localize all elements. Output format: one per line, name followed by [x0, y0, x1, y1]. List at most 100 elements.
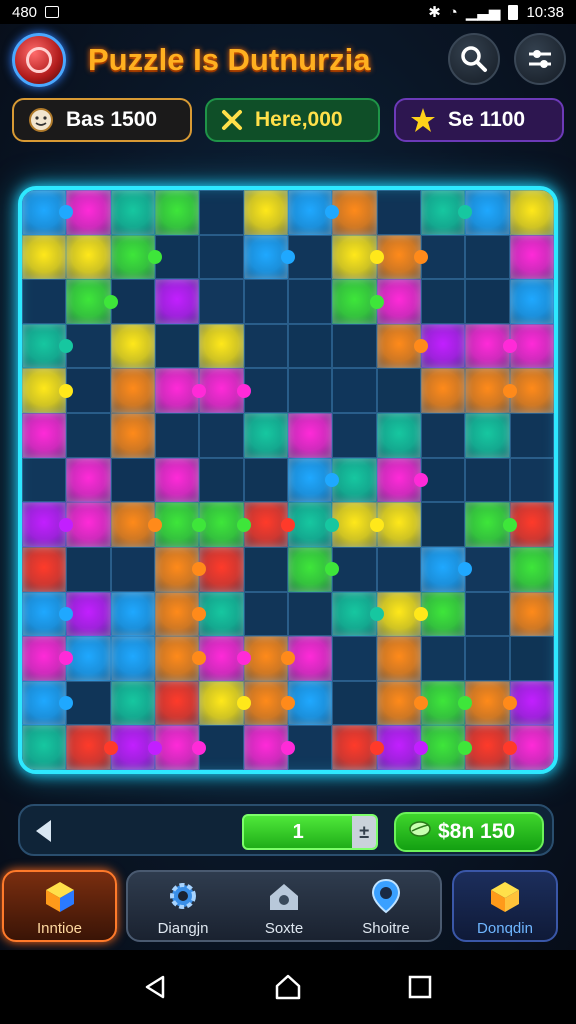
puzzle-piece[interactable] [287, 190, 340, 235]
puzzle-piece[interactable] [287, 413, 333, 458]
puzzle-piece[interactable] [199, 234, 244, 280]
puzzle-piece[interactable] [110, 546, 155, 592]
puzzle-piece[interactable] [243, 234, 295, 280]
puzzle-piece[interactable] [154, 368, 207, 414]
puzzle-piece[interactable] [154, 636, 207, 681]
puzzle-piece[interactable] [199, 190, 244, 235]
puzzle-piece[interactable] [376, 680, 428, 726]
puzzle-piece[interactable] [22, 279, 67, 324]
puzzle-piece[interactable] [22, 190, 74, 235]
cash-button[interactable]: $8n 150 [394, 812, 544, 852]
puzzle-piece[interactable] [243, 190, 288, 235]
puzzle-piece[interactable] [509, 413, 554, 458]
puzzle-piece[interactable] [22, 368, 74, 414]
puzzle-piece[interactable] [199, 279, 244, 324]
puzzle-piece[interactable] [332, 636, 377, 681]
puzzle-piece[interactable] [243, 413, 288, 458]
puzzle-piece[interactable] [465, 368, 517, 414]
puzzle-piece[interactable] [66, 234, 111, 280]
puzzle-piece[interactable] [420, 546, 473, 592]
puzzle-piece[interactable] [199, 457, 244, 503]
nav-item-house[interactable]: Soxte [232, 870, 336, 942]
puzzle-piece[interactable] [376, 190, 421, 235]
puzzle-piece[interactable] [243, 323, 288, 369]
puzzle-piece[interactable] [376, 457, 428, 503]
puzzle-piece[interactable] [332, 725, 384, 770]
puzzle-piece[interactable] [509, 190, 554, 235]
puzzle-piece[interactable] [376, 323, 428, 369]
puzzle-piece[interactable] [287, 323, 333, 369]
puzzle-piece[interactable] [420, 190, 473, 235]
puzzle-piece[interactable] [465, 636, 510, 681]
logo-icon[interactable] [12, 33, 66, 87]
puzzle-piece[interactable] [110, 636, 155, 681]
puzzle-piece[interactable] [66, 279, 118, 324]
nav-item-map[interactable]: Shoitre [334, 870, 438, 942]
puzzle-piece[interactable] [110, 234, 162, 280]
puzzle-piece[interactable] [287, 591, 333, 637]
puzzle-piece[interactable] [199, 680, 251, 726]
puzzle-piece[interactable] [420, 636, 466, 681]
puzzle-piece[interactable] [332, 680, 377, 726]
puzzle-piece[interactable] [154, 457, 200, 503]
puzzle-piece[interactable] [66, 457, 111, 503]
puzzle-piece[interactable] [22, 457, 67, 503]
puzzle-piece[interactable] [465, 413, 510, 458]
puzzle-piece[interactable] [376, 368, 421, 414]
puzzle-piece[interactable] [287, 279, 333, 324]
puzzle-piece[interactable] [420, 413, 466, 458]
puzzle-piece[interactable] [22, 234, 67, 280]
puzzle-piece[interactable] [199, 323, 244, 369]
puzzle-piece[interactable] [66, 546, 111, 592]
puzzle-piece[interactable] [420, 279, 466, 324]
puzzle-piece[interactable] [287, 546, 340, 592]
puzzle-piece[interactable] [243, 279, 288, 324]
settings-button[interactable] [514, 33, 566, 85]
puzzle-piece[interactable] [110, 323, 155, 369]
puzzle-piece[interactable] [376, 413, 421, 458]
stars-pill[interactable]: Se 1100 [394, 98, 564, 142]
puzzle-piece[interactable] [376, 636, 421, 681]
puzzle-piece[interactable] [465, 502, 517, 547]
puzzle-piece[interactable] [154, 413, 200, 458]
puzzle-piece[interactable] [22, 546, 67, 592]
puzzle-piece[interactable] [332, 591, 384, 637]
back-icon[interactable] [141, 972, 171, 1002]
puzzle-piece[interactable] [509, 457, 554, 503]
puzzle-piece[interactable] [420, 502, 466, 547]
puzzle-piece[interactable] [66, 725, 118, 770]
puzzle-piece[interactable] [243, 725, 295, 770]
puzzle-piece[interactable] [420, 368, 466, 414]
puzzle-piece[interactable] [22, 413, 67, 458]
puzzle-piece[interactable] [110, 457, 155, 503]
puzzle-piece[interactable] [243, 591, 288, 637]
score-pill[interactable]: Bas 1500 [12, 98, 192, 142]
puzzle-piece[interactable] [110, 502, 162, 547]
search-button[interactable] [448, 33, 500, 85]
puzzle-piece[interactable] [332, 413, 377, 458]
puzzle-piece[interactable] [110, 413, 155, 458]
home-icon[interactable] [273, 972, 303, 1002]
puzzle-piece[interactable] [465, 323, 517, 369]
puzzle-piece[interactable] [509, 546, 554, 592]
bonus-pill[interactable]: Here,000 [205, 98, 380, 142]
puzzle-piece[interactable] [332, 368, 377, 414]
puzzle-piece[interactable] [509, 279, 554, 324]
stepper-button[interactable]: ± [352, 816, 376, 848]
puzzle-piece[interactable] [509, 636, 554, 681]
puzzle-piece[interactable] [243, 457, 288, 503]
nav-item-home[interactable]: Inntioe [2, 870, 117, 942]
puzzle-piece[interactable] [199, 413, 244, 458]
puzzle-piece[interactable] [465, 591, 510, 637]
puzzle-piece[interactable] [287, 457, 340, 503]
puzzle-piece[interactable] [332, 279, 384, 324]
puzzle-piece[interactable] [154, 279, 200, 324]
puzzle-piece[interactable] [154, 323, 200, 369]
puzzle-piece[interactable] [154, 680, 200, 726]
puzzle-grid[interactable] [22, 190, 554, 770]
puzzle-piece[interactable] [465, 234, 510, 280]
puzzle-piece[interactable] [332, 234, 384, 280]
puzzle-piece[interactable] [22, 591, 74, 637]
quantity-stepper[interactable]: 1 ± [242, 814, 378, 850]
puzzle-piece[interactable] [66, 413, 111, 458]
